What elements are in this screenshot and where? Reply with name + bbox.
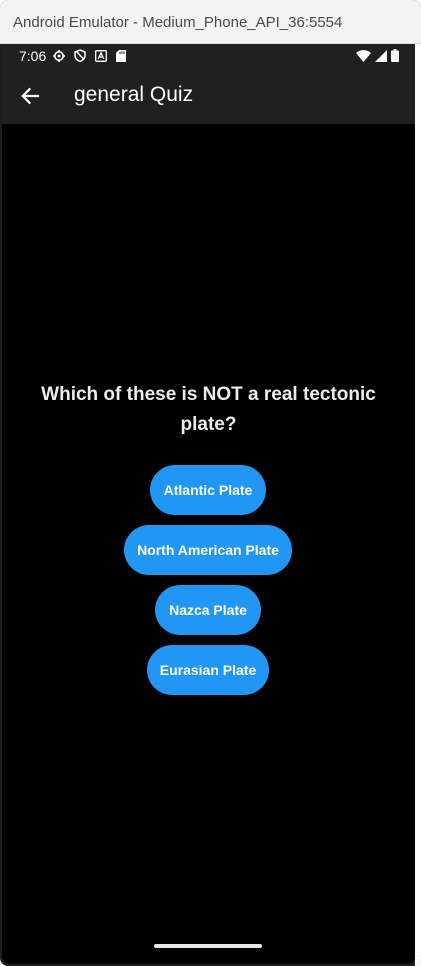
signal-icon — [375, 49, 387, 62]
wifi-icon — [356, 49, 371, 62]
emulator-titlebar[interactable]: Android Emulator - Medium_Phone_API_36:5… — [0, 0, 421, 44]
status-icons-right — [356, 49, 399, 62]
shield-icon — [74, 49, 86, 62]
arrow-left-icon — [21, 87, 40, 105]
app-bar: general Quiz — [2, 68, 415, 124]
window-edge-lower — [415, 688, 421, 966]
quiz-content: Which of these is NOT a real tectonic pl… — [2, 124, 415, 964]
text-a-icon — [95, 49, 107, 62]
window-title: Android Emulator - Medium_Phone_API_36:5… — [13, 14, 343, 31]
answer-button-north-american[interactable]: North American Plate — [124, 525, 292, 575]
status-icons-left — [53, 49, 126, 62]
settings-gear-icon — [53, 49, 65, 62]
home-gesture-bar[interactable] — [154, 944, 262, 948]
answer-button-eurasian[interactable]: Eurasian Plate — [147, 645, 269, 695]
device-screen: 7:06 general Quiz Which of these is NOT … — [2, 44, 415, 964]
answer-button-nazca[interactable]: Nazca Plate — [155, 585, 261, 635]
battery-icon — [391, 49, 399, 62]
back-button[interactable] — [14, 80, 46, 112]
emulator-window: Android Emulator - Medium_Phone_API_36:5… — [0, 0, 421, 966]
window-edge — [415, 44, 421, 688]
status-time: 7:06 — [19, 48, 47, 64]
question-text: Which of these is NOT a real tectonic pl… — [41, 384, 376, 435]
status-bar: 7:06 — [2, 44, 415, 68]
page-title: general Quiz — [74, 83, 194, 106]
sd-card-icon — [116, 49, 126, 62]
answer-button-atlantic[interactable]: Atlantic Plate — [150, 465, 266, 515]
